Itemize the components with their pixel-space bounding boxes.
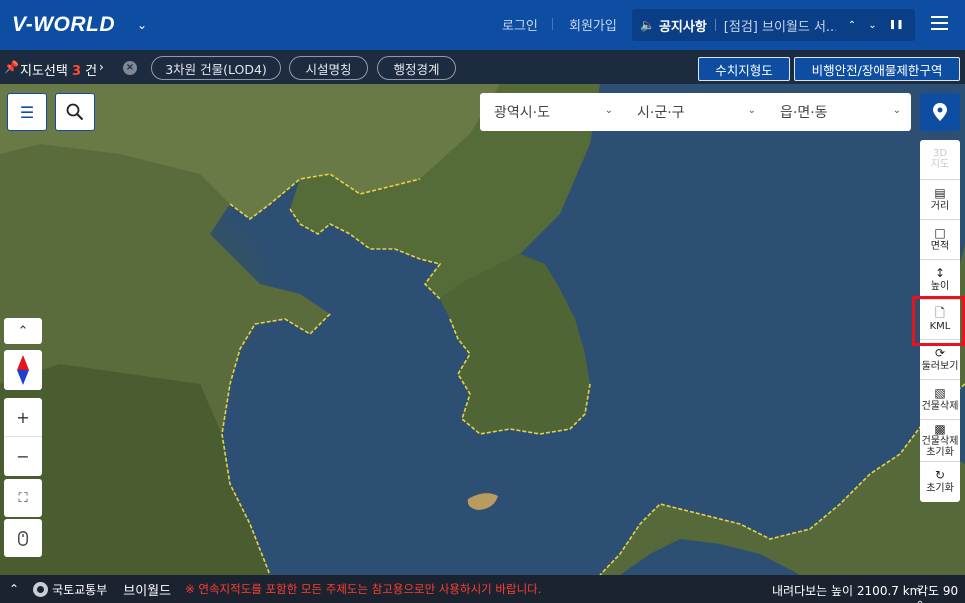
tool-distance[interactable]: ▤ 거리 [920,180,960,220]
status-footer: ⌃ 국토교통부 브이월드 ※ 연속지적도를 포함한 모든 주제도는 참고용으로만… [0,575,965,603]
chevron-down-icon: ⌄ [747,105,756,116]
layer-list-button[interactable]: ☰ [7,93,47,131]
tool-bldg-delete-label: 건물삭제 [921,400,959,412]
mouse-mode-button[interactable] [4,519,42,557]
kml-highlight-box [912,296,965,346]
building-icon: ▩ [934,421,946,436]
chevron-right-icon[interactable]: › [99,60,104,74]
chevron-up-icon[interactable]: ⌃ [9,582,19,596]
ruler-icon: ▤ [934,185,946,200]
japan-land [600,244,965,575]
list-icon: ☰ [19,102,35,122]
tool-3d-label: 3D 지도 [930,148,950,170]
province-label: 광역시·도 [494,105,550,121]
view-angle: 각도 90 ° [917,584,959,603]
notice-bar[interactable]: 🔈 공지사항 [점검] 브이월드 서... ⌃ ⌄ ❚❚ [632,9,915,41]
fullscreen-button[interactable]: ⛶ [4,479,42,517]
city-select[interactable]: 시·군·구 ⌄ [623,93,766,131]
location-button[interactable] [920,93,960,131]
rotate-view-icon: ⟳ [934,345,946,360]
chevron-down-icon: ⌄ [892,105,901,116]
refresh-icon: ↻ [934,468,946,483]
tool-area[interactable]: □ 면적 [920,220,960,260]
map-selection-label[interactable]: 지도선택 3 건 [20,60,97,79]
view-altitude: 내려다보는 높이 2100.7 km [772,584,922,598]
address-selector: 광역시·도 ⌄ 시·군·구 ⌄ 읍·면·동 ⌄ [480,93,911,131]
map-terrain [0,84,965,575]
notice-next-icon[interactable]: ⌄ [868,20,876,31]
search-icon [66,103,84,121]
tool-building-delete[interactable]: ▧ 건물삭제 [920,380,960,420]
tool-reset[interactable]: ↻ 초기화 [920,462,960,502]
notice-pause-icon[interactable]: ❚❚ [889,20,904,30]
notice-prev-icon[interactable]: ⌃ [848,20,856,31]
tool-3d-map[interactable]: 3D 지도 [920,140,960,180]
notice-title: 공지사항 [658,19,707,35]
satellite-map[interactable] [0,84,965,575]
ministry-logo: 국토교통부 [33,581,107,598]
tool-look-around[interactable]: ⟳ 둘러보기 [920,340,960,380]
header-divider [552,18,553,30]
search-button[interactable] [55,93,95,131]
town-label: 읍·면·동 [780,105,828,121]
tool-look-label: 둘러보기 [921,360,959,372]
clear-selection-icon[interactable]: × [123,61,137,75]
layer-chip-admin-boundary[interactable]: 행정경계 [377,56,456,80]
minus-icon: − [16,447,30,466]
location-pin-icon [933,103,947,121]
mouse-icon [18,530,28,546]
tool-building-reset[interactable]: ▩ 건물삭제 초기화 [920,420,960,462]
ministry-name: 국토교통부 [52,582,108,597]
compass-button[interactable] [4,350,42,390]
notice-message[interactable]: [점검] 브이월드 서... [724,16,836,35]
compass-icon [17,355,29,385]
tool-height-label: 높이 [930,280,950,292]
chevron-up-icon: ⌃ [17,323,29,339]
jeju-island [467,493,498,510]
chevron-down-icon: ⌄ [604,105,613,116]
brand-name: 브이월드 [123,583,172,599]
map-selection-text: 지도선택 [20,64,68,79]
tool-area-label: 면적 [930,240,950,252]
disclaimer-text: ※ 연속지적도를 포함한 모든 주제도는 참고용으로만 사용하시기 바랍니다. [185,582,542,596]
area-icon: □ [934,225,946,240]
height-arrow-icon: ↕ [934,265,946,280]
fullscreen-icon: ⛶ [18,490,28,506]
contour-map-button[interactable]: 수치지형도 [698,57,790,81]
province-select[interactable]: 광역시·도 ⌄ [480,93,623,131]
building-delete-icon: ▧ [934,385,946,400]
tool-distance-label: 거리 [930,200,950,212]
vworld-logo[interactable]: V-WORLD [12,13,115,37]
login-link[interactable]: 로그인 [502,15,538,34]
speaker-icon: 🔈 [640,18,655,32]
map-selection-unit: 건 [85,64,98,79]
zoom-out-button[interactable]: − [4,437,42,476]
tool-reset-label: 초기화 [926,483,954,495]
layer-chip-facility-names[interactable]: 시설명칭 [289,56,368,80]
pin-icon: 📌 [4,60,19,74]
notice-divider [714,19,716,31]
chevron-down-icon[interactable]: ⌄ [137,18,147,32]
zoom-in-button[interactable]: + [4,398,42,437]
tool-height[interactable]: ↕ 높이 [920,260,960,300]
town-select[interactable]: 읍·면·동 ⌄ [766,93,911,131]
menu-icon[interactable] [931,16,948,30]
map-selection-count: 3 [71,64,82,79]
nav-up-button[interactable]: ⌃ [4,318,42,344]
plus-icon: + [16,407,30,427]
layer-chip-lod4[interactable]: 3차원 건물(LOD4) [151,56,281,80]
flight-restriction-button[interactable]: 비행안전/장애물제한구역 [794,57,960,81]
tool-bldg-reset-label-2: 초기화 [926,446,954,458]
ministry-seal-icon [33,581,49,597]
city-label: 시·군·구 [637,105,685,121]
signup-link[interactable]: 회원가입 [569,15,617,34]
